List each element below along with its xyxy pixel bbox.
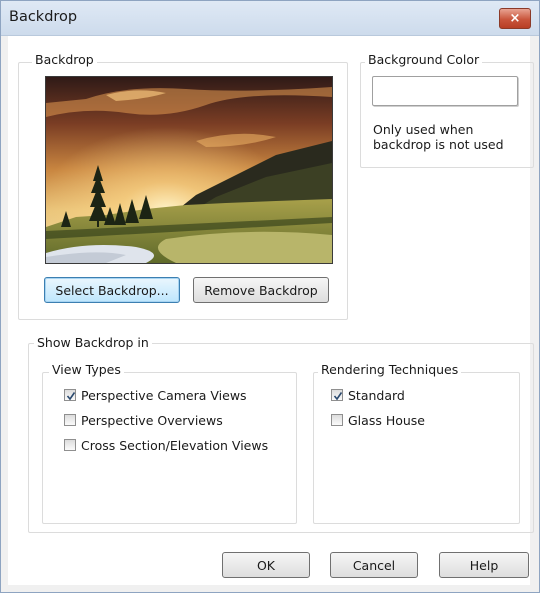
checkbox-label: Perspective Camera Views: [81, 387, 247, 403]
checkbox-perspective-overviews[interactable]: Perspective Overviews: [64, 412, 223, 428]
checkbox-box[interactable]: [64, 414, 76, 426]
ok-button[interactable]: OK: [222, 552, 310, 578]
rendering-techniques-label: Rendering Techniques: [318, 362, 462, 377]
view-types-label: View Types: [49, 362, 124, 377]
close-button[interactable]: ×: [499, 8, 531, 29]
checkbox-label: Cross Section/Elevation Views: [81, 437, 269, 453]
help-button[interactable]: Help: [439, 552, 529, 578]
checkbox-box[interactable]: [331, 414, 343, 426]
cancel-button[interactable]: Cancel: [330, 552, 418, 578]
backdrop-group-label: Backdrop: [32, 52, 97, 67]
remove-backdrop-button[interactable]: Remove Backdrop: [193, 277, 329, 303]
checkbox-label: Glass House: [348, 412, 425, 428]
checkbox-perspective-camera-views[interactable]: Perspective Camera Views: [64, 387, 247, 403]
background-color-label: Background Color: [365, 52, 483, 67]
checkbox-glass-house[interactable]: Glass House: [331, 412, 425, 428]
checkmark-icon: [333, 392, 343, 401]
backdrop-preview-image: [45, 76, 333, 264]
select-backdrop-button[interactable]: Select Backdrop...: [44, 277, 180, 303]
checkbox-standard[interactable]: Standard: [331, 387, 405, 403]
checkbox-label: Standard: [348, 387, 405, 403]
checkbox-label: Perspective Overviews: [81, 412, 223, 428]
note-line-1: Only used when: [373, 122, 474, 137]
note-line-2: backdrop is not used: [373, 137, 504, 152]
window-title: Backdrop: [9, 9, 78, 25]
close-icon: ×: [509, 11, 521, 26]
background-color-swatch[interactable]: [372, 76, 518, 106]
checkbox-box[interactable]: [64, 389, 76, 401]
checkbox-box[interactable]: [331, 389, 343, 401]
dialog-body: Backdrop Select Backdrop... Remove Backd…: [8, 36, 534, 585]
show-backdrop-label: Show Backdrop in: [34, 335, 152, 350]
landscape-image: [46, 77, 332, 263]
checkbox-cross-section-elevation-views[interactable]: Cross Section/Elevation Views: [64, 437, 268, 453]
dialog-window: Backdrop × Backdrop Select Backdrop... R…: [0, 0, 540, 593]
title-bar[interactable]: Backdrop ×: [1, 1, 539, 36]
background-color-note: Only used when backdrop is not used: [373, 122, 504, 152]
checkbox-box[interactable]: [64, 439, 76, 451]
checkmark-icon: [66, 392, 76, 401]
